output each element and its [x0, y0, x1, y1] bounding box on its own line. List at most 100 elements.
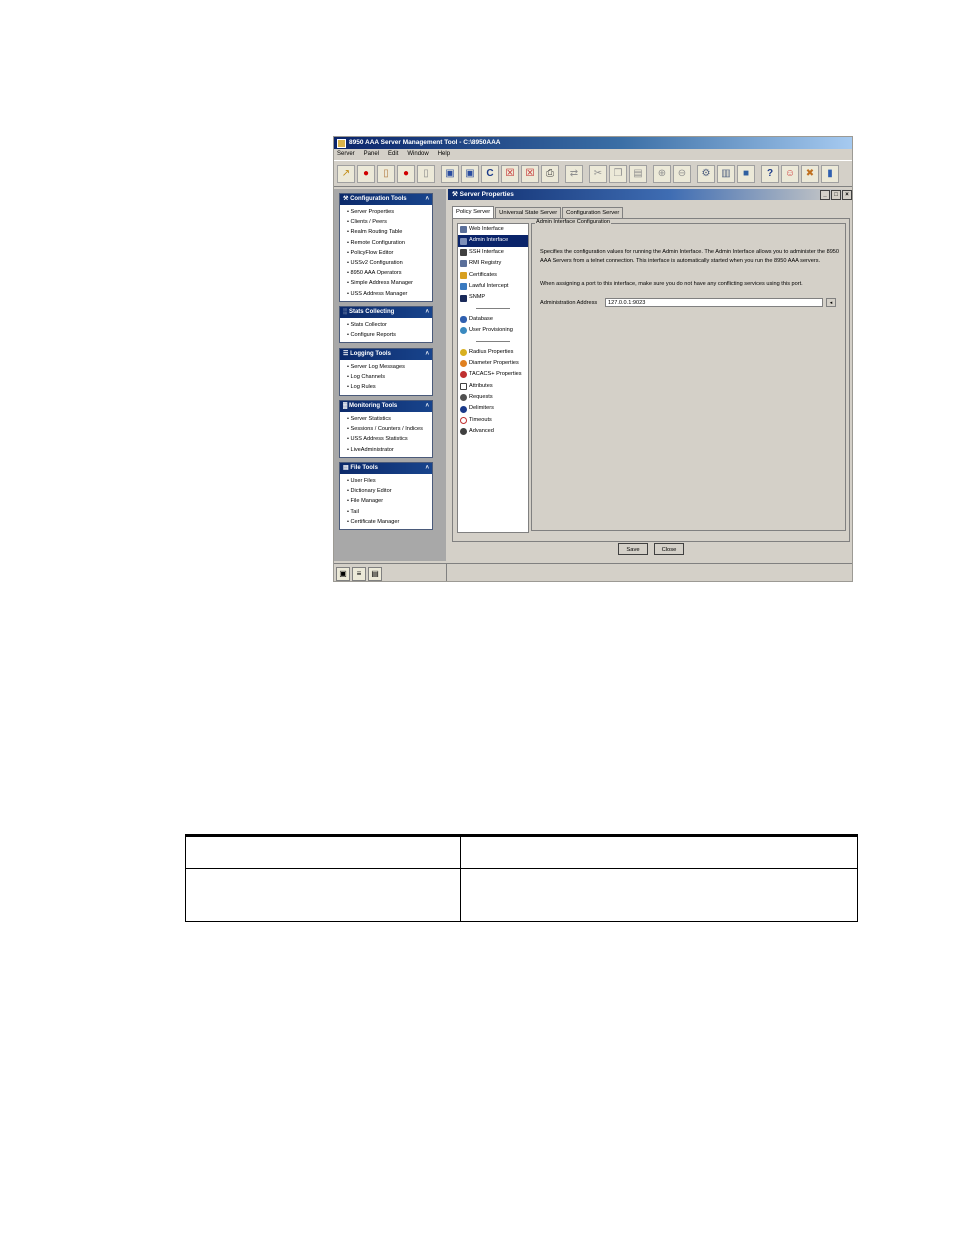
- monitor-icon[interactable]: ■: [737, 164, 755, 183]
- status-icons: ▣ ≡ ▤: [336, 567, 382, 581]
- close-icon[interactable]: ×: [842, 190, 852, 200]
- panel-header[interactable]: ▤ File Tools ˄: [340, 463, 432, 474]
- nav-item-advanced[interactable]: Advanced: [458, 426, 528, 437]
- sidebar-item-clients-peers[interactable]: Clients / Peers: [347, 217, 432, 227]
- collapse-icon[interactable]: ˄: [425, 349, 429, 360]
- sidebar-item-aaa-operators[interactable]: 8950 AAA Operators: [347, 268, 432, 278]
- menu-bar: Server Panel Edit Window Help: [334, 149, 852, 160]
- sidebar-item-tail[interactable]: Tail: [347, 507, 432, 517]
- nav-item-lawful-intercept[interactable]: Lawful Intercept: [458, 281, 528, 292]
- sidebar-item-liveadministrator[interactable]: LiveAdministrator: [347, 445, 432, 455]
- database-icon[interactable]: ▮: [821, 164, 839, 183]
- users-icon[interactable]: ☺: [781, 164, 799, 183]
- properties-nav: Web Interface Admin Interface SSH Interf…: [457, 223, 529, 533]
- panel-header[interactable]: ⚒ Configuration Tools ˄: [340, 194, 432, 205]
- nav-item-requests[interactable]: Requests: [458, 392, 528, 403]
- sidebar-item-server-properties[interactable]: Server Properties: [347, 207, 432, 217]
- administration-address-input[interactable]: 127.0.0.1:9023: [605, 298, 823, 307]
- nav-item-admin-interface[interactable]: Admin Interface: [458, 235, 528, 247]
- save-all-icon[interactable]: ▣: [461, 164, 479, 183]
- panel-title: File Tools: [350, 465, 378, 471]
- nav-item-diameter-properties[interactable]: Diameter Properties: [458, 358, 528, 369]
- sidebar-item-user-files[interactable]: User Files: [347, 476, 432, 486]
- nav-item-user-provisioning[interactable]: User Provisioning: [458, 325, 528, 336]
- zoom-out-icon[interactable]: ⊖: [673, 164, 691, 183]
- maximize-icon[interactable]: □: [831, 190, 841, 200]
- nav-item-timeouts[interactable]: Timeouts: [458, 415, 528, 426]
- tile-icon[interactable]: ≡: [352, 567, 366, 581]
- sync-icon[interactable]: ⇄: [565, 164, 583, 183]
- sidebar-item-server-statistics[interactable]: Server Statistics: [347, 414, 432, 424]
- panel-header[interactable]: ▓ Monitoring Tools ˄: [340, 401, 432, 412]
- menu-panel[interactable]: Panel: [364, 149, 379, 160]
- nav-item-rmi-registry[interactable]: RMI Registry: [458, 258, 528, 269]
- window-close-icon[interactable]: ☒: [501, 164, 519, 183]
- zoom-in-icon[interactable]: ⊕: [653, 164, 671, 183]
- collapse-icon[interactable]: ˄: [425, 307, 429, 318]
- collapse-icon[interactable]: ˄: [425, 463, 429, 474]
- sidebar-item-uss-address-statistics[interactable]: USS Address Statistics: [347, 434, 432, 444]
- nav-item-ssh-interface[interactable]: SSH Interface: [458, 247, 528, 258]
- intercept-icon: [460, 283, 467, 291]
- sidebar-item-certificate-manager[interactable]: Certificate Manager: [347, 517, 432, 527]
- menu-window[interactable]: Window: [407, 149, 428, 160]
- sidebar-item-uss-address-manager[interactable]: USS Address Manager: [347, 289, 432, 299]
- connect-icon[interactable]: ↗: [337, 164, 355, 183]
- nav-item-web-interface[interactable]: Web Interface: [458, 224, 528, 235]
- menu-help[interactable]: Help: [438, 149, 450, 160]
- close-button[interactable]: Close: [654, 543, 684, 555]
- sidebar-item-policyflow-editor[interactable]: PolicyFlow Editor: [347, 248, 432, 258]
- help-icon[interactable]: ?: [761, 164, 779, 183]
- red-dot-icon[interactable]: ●: [397, 164, 415, 183]
- panel-toggle-icon[interactable]: ▣: [336, 567, 350, 581]
- sidebar-item-file-manager[interactable]: File Manager: [347, 496, 432, 506]
- panel-header[interactable]: ☰ Logging Tools ˄: [340, 349, 432, 360]
- tab-universal-state-server[interactable]: Universal State Server: [495, 207, 562, 218]
- minimize-icon[interactable]: _: [820, 190, 830, 200]
- sidebar-item-log-rules[interactable]: Log Rules: [347, 382, 432, 392]
- settings-icon[interactable]: ⚙: [697, 164, 715, 183]
- window-close-icon[interactable]: ☒: [521, 164, 539, 183]
- nav-item-certificates[interactable]: Certificates: [458, 270, 528, 281]
- nav-item-database[interactable]: Database: [458, 314, 528, 325]
- collapse-icon[interactable]: ˄: [425, 194, 429, 205]
- nav-item-attributes[interactable]: Attributes: [458, 381, 528, 392]
- tools-icon[interactable]: ✖: [801, 164, 819, 183]
- report-icon[interactable]: ▥: [717, 164, 735, 183]
- nav-item-delimiters[interactable]: Delimiters: [458, 403, 528, 414]
- sidebar-item-realm-routing-table[interactable]: Realm Routing Table: [347, 227, 432, 237]
- panel-header[interactable]: ░ Stats Collecting ˄: [340, 307, 432, 318]
- snmp-icon: [460, 294, 467, 302]
- sidebar-item-log-channels[interactable]: Log Channels: [347, 372, 432, 382]
- address-edit-button[interactable]: ◂: [826, 298, 836, 307]
- menu-server[interactable]: Server: [337, 149, 355, 160]
- sidebar-item-ussv2-configuration[interactable]: USSv2 Configuration: [347, 258, 432, 268]
- cascade-icon[interactable]: ▤: [368, 567, 382, 581]
- save-button[interactable]: Save: [618, 543, 648, 555]
- collapse-icon[interactable]: ˄: [425, 401, 429, 412]
- sidebar-item-stats-collector[interactable]: Stats Collector: [347, 320, 432, 330]
- sidebar-item-configure-reports[interactable]: Configure Reports: [347, 330, 432, 340]
- sidebar-item-server-log-messages[interactable]: Server Log Messages: [347, 362, 432, 372]
- sidebar-item-dictionary-editor[interactable]: Dictionary Editor: [347, 486, 432, 496]
- save-icon[interactable]: ▣: [441, 164, 459, 183]
- terminal-icon: [460, 248, 467, 256]
- section-title: Admin Interface Configuration: [535, 219, 612, 225]
- refresh-icon[interactable]: C: [481, 164, 499, 183]
- nav-item-snmp[interactable]: SNMP: [458, 292, 528, 303]
- red-dot-icon[interactable]: ●: [357, 164, 375, 183]
- cut-icon[interactable]: ✂: [589, 164, 607, 183]
- copy-icon[interactable]: ❐: [609, 164, 627, 183]
- sidebar-item-sessions-counters-indices[interactable]: Sessions / Counters / Indices: [347, 424, 432, 434]
- printer-icon[interactable]: ⎙: [541, 164, 559, 183]
- document-icon[interactable]: ▯: [417, 164, 435, 183]
- document-icon[interactable]: ▯: [377, 164, 395, 183]
- paste-icon[interactable]: ▤: [629, 164, 647, 183]
- sidebar-item-remote-configuration[interactable]: Remote Configuration: [347, 238, 432, 248]
- nav-item-tacacs-properties[interactable]: TACACS+ Properties: [458, 369, 528, 380]
- sidebar-item-simple-address-manager[interactable]: Simple Address Manager: [347, 278, 432, 288]
- tab-policy-server[interactable]: Policy Server: [452, 206, 495, 218]
- tab-configuration-server[interactable]: Configuration Server: [562, 207, 624, 218]
- menu-edit[interactable]: Edit: [388, 149, 398, 160]
- nav-item-radius-properties[interactable]: Radius Properties: [458, 347, 528, 358]
